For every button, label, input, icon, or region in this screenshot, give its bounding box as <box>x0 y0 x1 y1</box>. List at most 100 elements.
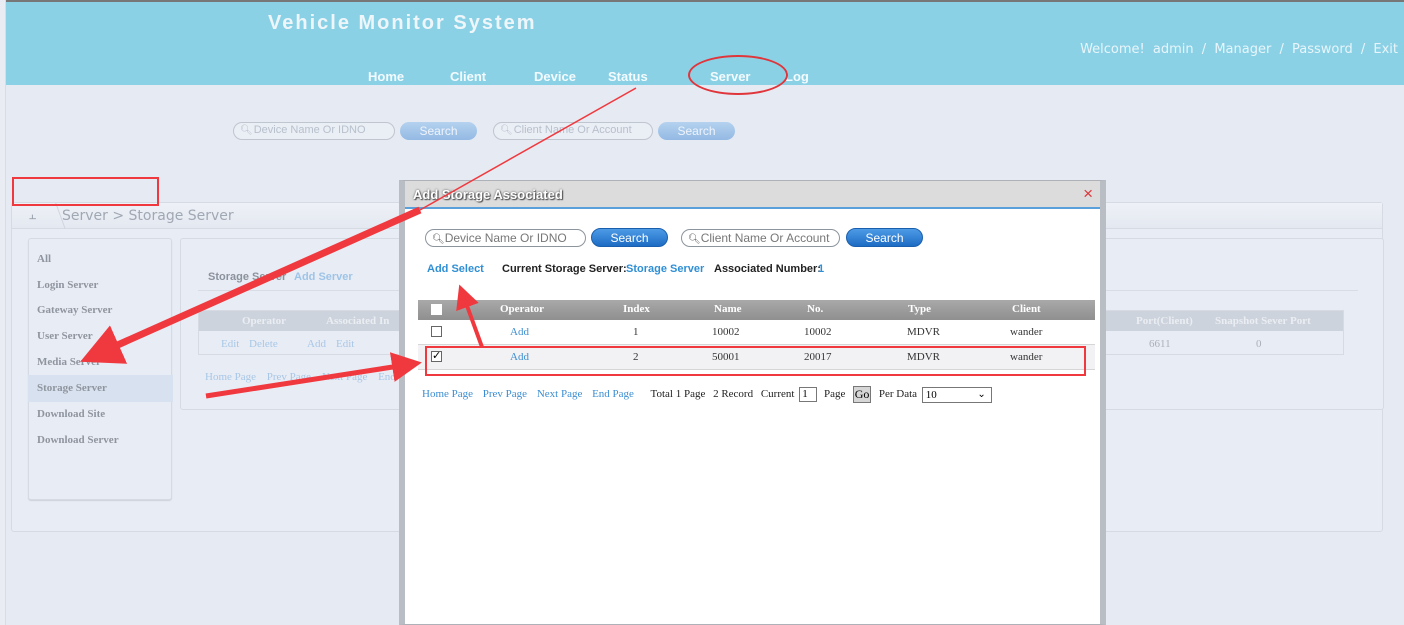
add-select-link[interactable]: Add Select <box>427 263 484 275</box>
column-header: Associated <box>326 315 377 327</box>
associated-number-label: Associated Number: <box>714 263 821 275</box>
close-icon[interactable]: × <box>1083 184 1093 204</box>
snapshot-port-value: 0 <box>1256 338 1262 350</box>
nav-log[interactable]: Log <box>785 69 809 84</box>
separator: / <box>1360 42 1366 57</box>
sidebar-item-login-server[interactable]: Login Server <box>37 279 98 291</box>
client-search-button[interactable]: Search <box>658 122 735 140</box>
column-header: Operator <box>242 315 286 327</box>
row-checkbox[interactable] <box>431 326 442 337</box>
device-search-placeholder: Device Name Or IDNO <box>253 124 366 136</box>
search-icon: 🔍︎ <box>240 125 253 136</box>
separator: / <box>1201 42 1207 57</box>
sidebar-item-storage-server[interactable]: Storage Server <box>28 375 173 402</box>
record-count-text: 2 Record <box>713 388 754 401</box>
prev-page-link[interactable]: Prev Page <box>267 371 311 383</box>
column-header: No. <box>807 303 824 315</box>
select-all-checkbox[interactable] <box>431 304 442 315</box>
per-data-label: Per Data <box>878 388 918 401</box>
associated-add-link[interactable]: Add <box>307 338 326 350</box>
per-data-value: 10 <box>925 388 937 401</box>
next-page-link[interactable]: Next Page <box>322 371 368 383</box>
separator: / <box>1279 42 1284 57</box>
column-header: In <box>379 315 390 327</box>
client-search-placeholder: Client Name Or Account <box>513 124 632 136</box>
device-search-button[interactable]: Search <box>400 122 477 140</box>
dialog-client-search-button[interactable]: Search <box>846 228 923 247</box>
annotation-highlight-box <box>425 346 1086 376</box>
column-header: Index <box>623 303 650 315</box>
page-number-input[interactable]: 1 <box>799 387 818 402</box>
dialog-titlebar[interactable]: Add Storage Associated × <box>405 181 1100 209</box>
server-icon: ⫠ <box>29 208 37 222</box>
next-page-link[interactable]: Next Page <box>537 388 583 400</box>
column-header: Name <box>714 303 742 315</box>
per-data-select[interactable]: 10 ⌄ <box>921 386 992 403</box>
associated-edit-link[interactable]: Edit <box>336 338 354 350</box>
nav-device[interactable]: Device <box>534 69 576 84</box>
dialog-client-search-input[interactable]: 🔍︎Client Name Or Account <box>681 229 840 247</box>
home-page-link[interactable]: Home Page <box>422 388 473 400</box>
user-menu: Welcome! admin / Manager / Password / Ex… <box>1078 42 1400 57</box>
port-client-value: 6611 <box>1149 338 1171 350</box>
type-cell: MDVR <box>907 326 941 338</box>
device-search-input[interactable]: 🔍︎Device Name Or IDNO <box>233 122 395 140</box>
column-header: Snapshot Sever Port <box>1215 315 1311 327</box>
associated-number-value: 1 <box>818 263 825 275</box>
name-cell: 10002 <box>712 326 740 338</box>
nav-status[interactable]: Status <box>608 69 648 84</box>
sidebar-item-download-site[interactable]: Download Site <box>37 408 105 420</box>
sidebar-item-gateway-server[interactable]: Gateway Server <box>37 304 112 316</box>
pager: Home Page Prev Page Next Page End Page <box>205 371 428 383</box>
current-server-value: Storage Server <box>626 263 705 275</box>
search-icon: 🔍︎ <box>500 125 513 136</box>
sidebar-item-download-server[interactable]: Download Server <box>37 434 119 446</box>
sidebar: All Login Server Gateway Server User Ser… <box>28 238 173 500</box>
device-search-placeholder: Device Name Or IDNO <box>444 231 567 245</box>
edit-link[interactable]: Edit <box>221 338 239 350</box>
sidebar-item-all[interactable]: All <box>37 253 51 265</box>
dialog-device-search-input[interactable]: 🔍︎Device Name Or IDNO <box>425 229 586 247</box>
username-link[interactable]: admin <box>1153 42 1194 57</box>
current-label: Current <box>760 388 795 401</box>
number-cell: 10002 <box>804 326 832 338</box>
breadcrumb-text: Server > Storage Server <box>62 208 234 224</box>
password-link[interactable]: Password <box>1292 42 1353 57</box>
chevron-down-icon: ⌄ <box>977 388 986 400</box>
add-server-link[interactable]: Add Server <box>294 271 353 283</box>
content-title: Storage Server <box>208 271 287 283</box>
nav-home[interactable]: Home <box>368 69 404 84</box>
dialog-pager: Home Page Prev Page Next Page End Page T… <box>422 386 992 403</box>
column-header: Client <box>1012 303 1041 315</box>
prev-page-link[interactable]: Prev Page <box>483 388 527 400</box>
client-search-placeholder: Client Name Or Account <box>700 231 830 245</box>
sidebar-item-user-server[interactable]: User Server <box>37 330 93 342</box>
total-pages-text: Total 1 Page <box>650 388 706 401</box>
add-storage-associated-dialog: Add Storage Associated × 🔍︎Device Name O… <box>399 180 1106 625</box>
go-button[interactable]: Go <box>853 386 872 403</box>
client-search-input[interactable]: 🔍︎Client Name Or Account <box>493 122 653 140</box>
current-server-label: Current Storage Server: <box>502 263 627 275</box>
welcome-text: Welcome! <box>1080 42 1145 57</box>
index-cell: 1 <box>633 326 639 338</box>
page-label: Page <box>823 388 846 401</box>
client-cell: wander <box>1010 326 1043 338</box>
manager-link[interactable]: Manager <box>1214 42 1271 57</box>
app-title: Vehicle Monitor System <box>268 12 537 34</box>
column-header: Operator <box>500 303 544 315</box>
nav-client[interactable]: Client <box>450 69 486 84</box>
column-header: Type <box>908 303 932 315</box>
dialog-device-search-button[interactable]: Search <box>591 228 668 247</box>
table-header: Operator Index Name No. Type Client <box>418 300 1095 320</box>
delete-link[interactable]: Delete <box>249 338 278 350</box>
home-page-link[interactable]: Home Page <box>205 371 256 383</box>
end-page-link[interactable]: End Page <box>592 388 634 400</box>
search-icon: 🔍︎ <box>432 234 445 245</box>
table-row: Add 1 10002 10002 MDVR wander <box>418 320 1095 345</box>
column-header: Port(Client) <box>1136 315 1193 327</box>
sidebar-item-media-server[interactable]: Media Server <box>37 356 101 368</box>
annotation-ellipse <box>688 55 788 95</box>
add-link[interactable]: Add <box>510 326 529 338</box>
search-icon: 🔍︎ <box>688 234 701 245</box>
exit-link[interactable]: Exit <box>1373 42 1398 57</box>
